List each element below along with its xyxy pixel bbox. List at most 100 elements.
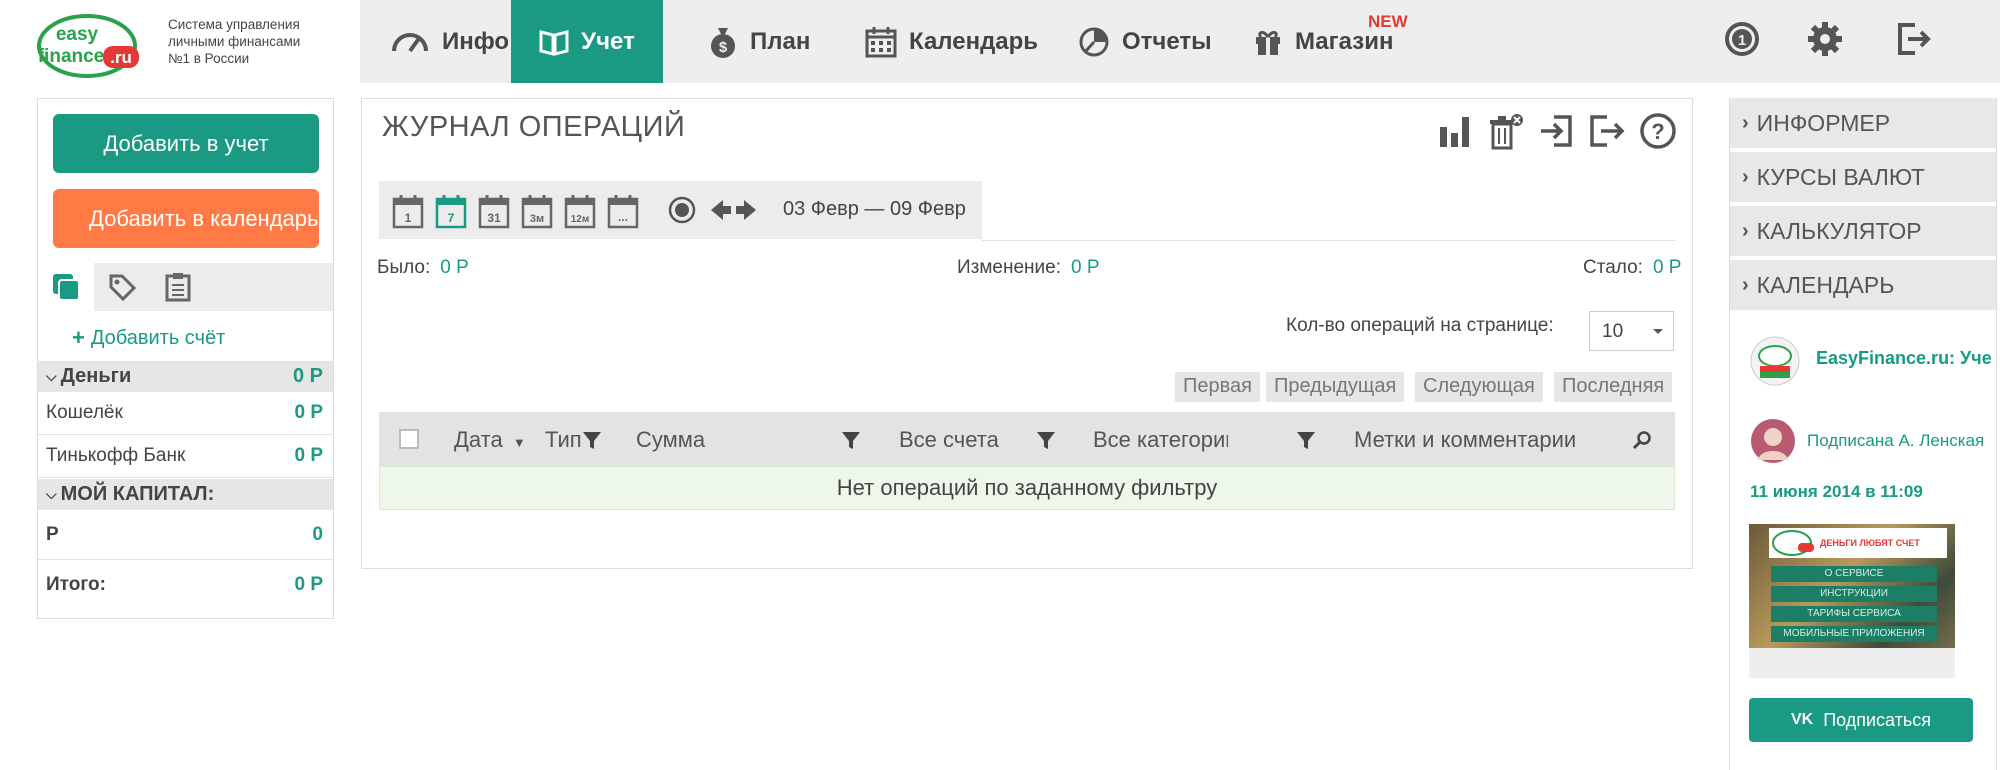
svg-text:12м: 12м <box>571 214 590 225</box>
trash-icon[interactable] <box>1486 111 1526 151</box>
svg-text:?: ? <box>1651 119 1664 144</box>
filter-icon[interactable] <box>582 430 602 450</box>
column-tags[interactable]: Метки и комментарии <box>1354 427 1576 453</box>
pagination-prev[interactable]: Предыдущая <box>1266 372 1405 402</box>
nav-item-label: Учет <box>581 27 635 55</box>
nav-item-label: Отчеты <box>1122 27 1212 55</box>
total-label: Итого: <box>46 574 106 595</box>
money-bag-icon: $ <box>708 25 738 59</box>
help-icon[interactable]: ? <box>1638 111 1678 151</box>
subscriber-name[interactable]: А. Ленская <box>1898 431 1984 450</box>
nav-item-accounting[interactable]: Учет <box>511 0 663 83</box>
pagination-next[interactable]: Следующая <box>1415 372 1543 402</box>
widget-label: КУРСЫ ВАЛЮТ <box>1756 163 1925 190</box>
current-period-icon[interactable] <box>667 195 697 225</box>
subscribed-label: Подписана <box>1807 431 1894 450</box>
balance-before-value: 0 Р <box>440 257 469 278</box>
period-month-icon[interactable]: 31 <box>477 193 511 229</box>
arrow-left-icon[interactable] <box>709 197 733 223</box>
column-accounts[interactable]: Все счета <box>899 427 999 453</box>
period-quarter-icon[interactable]: 3м <box>520 193 554 229</box>
search-icon[interactable] <box>1632 430 1652 450</box>
nav-item-calendar[interactable]: Календарь <box>865 0 1038 83</box>
filter-icon[interactable] <box>1036 430 1056 450</box>
tab-notes[interactable] <box>150 263 206 311</box>
column-type[interactable]: Тип <box>545 427 582 453</box>
vk-post-banner[interactable]: ДЕНЬГИ ЛЮБЯТ СЧЕТ О СЕРВИСЕ ИНСТРУКЦИИ Т… <box>1749 524 1955 678</box>
pagination-last[interactable]: Последняя <box>1554 372 1673 402</box>
svg-text:3м: 3м <box>530 213 544 225</box>
per-page-select[interactable]: 10 <box>1589 311 1674 351</box>
svg-text:1: 1 <box>405 211 412 225</box>
calendar-icon <box>865 26 897 58</box>
banner-item: О СЕРВИСЕ <box>1771 566 1937 582</box>
column-amount[interactable]: Сумма <box>636 427 705 453</box>
period-custom-icon[interactable]: ... <box>606 193 640 229</box>
svg-text:$: $ <box>719 39 728 56</box>
import-icon[interactable] <box>1536 111 1576 151</box>
arrow-right-icon[interactable] <box>734 197 758 223</box>
nav-item-reports[interactable]: Отчеты <box>1078 0 1212 83</box>
tab-tags[interactable] <box>94 263 150 311</box>
add-to-accounting-button[interactable]: Добавить в учет <box>53 114 319 173</box>
new-badge: NEW <box>1368 12 1408 31</box>
widget-calendar[interactable]: › КАЛЕНДАРЬ <box>1730 260 1996 312</box>
banner-item: МОБИЛЬНЫЕ ПРИЛОЖЕНИЯ <box>1771 626 1937 642</box>
export-icon[interactable] <box>1586 111 1626 151</box>
subscriber-avatar[interactable] <box>1750 418 1796 464</box>
add-account-link[interactable]: + Добавить счёт <box>72 325 225 351</box>
account-row[interactable]: Тинькофф Банк 0 Р <box>38 435 333 478</box>
period-week-icon[interactable]: 7 <box>434 193 468 229</box>
chevron-down-icon: ⌵ <box>46 368 57 384</box>
vk-icon: VK <box>1790 711 1814 728</box>
column-date[interactable]: Дата ▼ <box>454 427 526 453</box>
widget-calculator[interactable]: › КАЛЬКУЛЯТОР <box>1730 206 1996 258</box>
add-to-calendar-button[interactable]: Добавить в календарь <box>53 189 319 248</box>
period-day-icon[interactable]: 1 <box>391 193 425 229</box>
number-one-icon[interactable]: 1 <box>1719 16 1765 62</box>
group-title: Деньги <box>60 365 132 387</box>
vk-subscribe-button[interactable]: VK Подписаться <box>1749 698 1973 742</box>
logo[interactable]: easy finance .ru <box>37 14 143 78</box>
filter-icon[interactable] <box>1296 430 1316 450</box>
speedometer-icon <box>390 27 430 57</box>
vk-subscribed-text: Подписана А. Ленская <box>1807 431 1995 451</box>
bar-chart-icon[interactable] <box>1435 111 1475 151</box>
widget-currency-rates[interactable]: › КУРСЫ ВАЛЮТ <box>1730 152 1996 204</box>
pagination-first[interactable]: Первая <box>1175 372 1260 402</box>
balance-after: Стало: 0 Р <box>1583 257 1681 279</box>
pie-chart-icon <box>1078 26 1110 58</box>
banner-item: ИНСТРУКЦИИ <box>1771 586 1937 602</box>
plus-icon: + <box>72 325 85 350</box>
filter-icon[interactable] <box>841 430 861 450</box>
widget-informer[interactable]: › ИНФОРМЕР <box>1730 98 1996 150</box>
logout-icon[interactable] <box>1890 16 1936 62</box>
balance-after-value: 0 Р <box>1652 257 1682 278</box>
capital-currency-row: Р 0 <box>38 510 333 560</box>
nav-item-info[interactable]: Инфо <box>388 0 511 83</box>
balance-before-label: Было: <box>377 257 431 278</box>
tab-accounts[interactable] <box>38 263 94 311</box>
page-title: ЖУРНАЛ ОПЕРАЦИЙ <box>382 111 686 143</box>
group-money[interactable]: ⌵ Деньги 0 Р <box>38 361 333 392</box>
account-row[interactable]: Кошелёк 0 Р <box>38 392 333 435</box>
group-avatar[interactable] <box>1750 336 1800 386</box>
account-value: 0 Р <box>294 402 323 423</box>
column-date-label: Дата <box>454 427 503 452</box>
group-capital[interactable]: ⌵ МОЙ КАПИТАЛ: <box>38 479 333 510</box>
column-categories[interactable]: Все категории <box>1093 427 1228 453</box>
period-year-icon[interactable]: 12м <box>563 193 597 229</box>
caret-down-icon <box>1653 329 1663 334</box>
vk-group-name[interactable]: EasyFinance.ru: Учет личных финансов <box>1816 348 1991 369</box>
widget-label: КАЛЕНДАРЬ <box>1756 271 1895 298</box>
banner-item: ТАРИФЫ СЕРВИСА <box>1771 606 1937 622</box>
select-all-checkbox[interactable] <box>399 429 419 449</box>
account-name: Кошелёк <box>46 402 123 423</box>
gear-icon[interactable] <box>1802 16 1848 62</box>
period-range: 03 Февр — 09 Февр <box>783 198 966 220</box>
sidebar-tabs <box>38 263 333 311</box>
nav-item-plan[interactable]: $ План <box>708 0 810 83</box>
accounts-sidebar: Добавить в учет Добавить в календарь + Д… <box>37 98 334 619</box>
balance-change: Изменение: 0 Р <box>957 257 1100 279</box>
per-page-label: Кол-во операций на странице: <box>1286 315 1554 336</box>
